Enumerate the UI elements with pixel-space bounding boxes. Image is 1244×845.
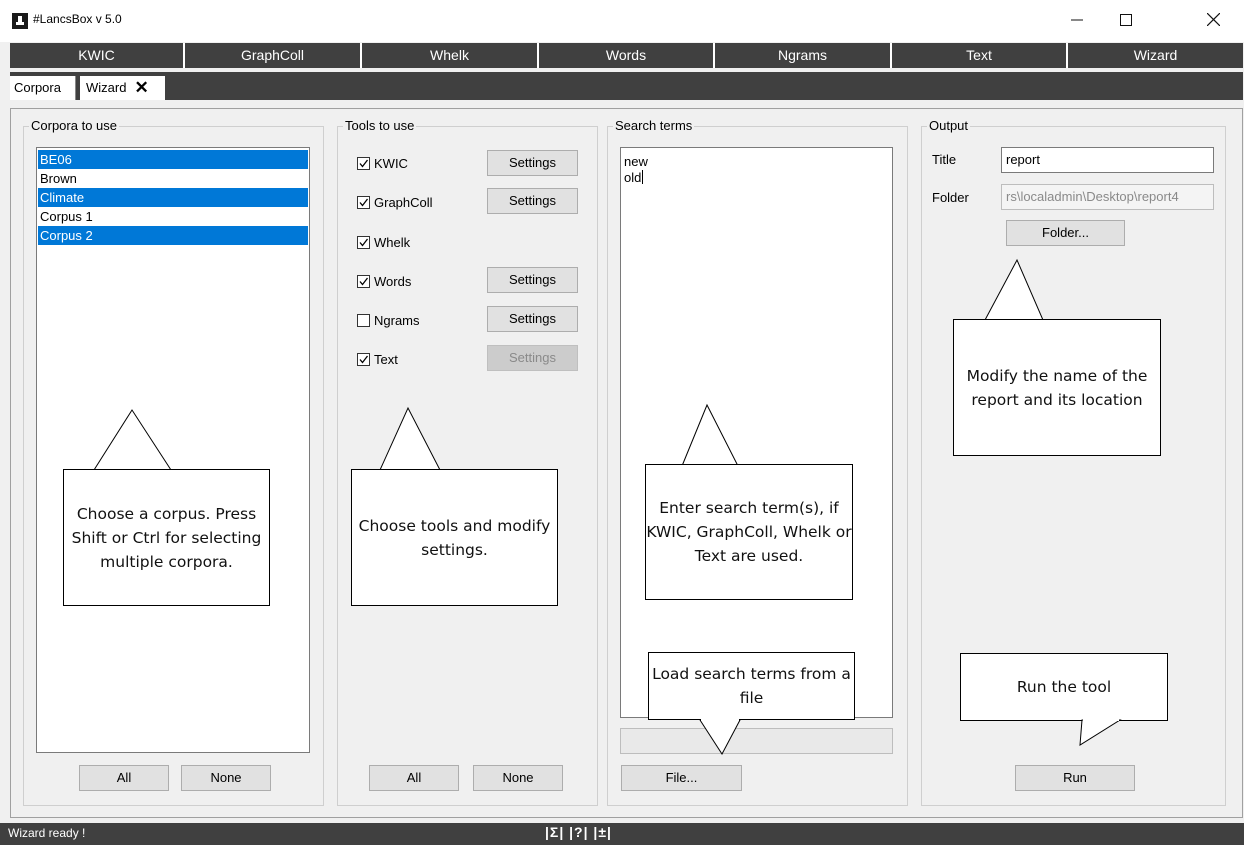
search-term-line: new [624, 154, 648, 169]
tools-panel [337, 126, 598, 806]
close-tab-icon[interactable]: ✕ [134, 78, 148, 97]
tab-graphcoll[interactable]: GraphColl [185, 43, 362, 68]
corpora-all-button[interactable]: All [79, 765, 169, 791]
checkbox-box [357, 156, 370, 170]
minimize-button[interactable] [1054, 6, 1100, 36]
app-logo-icon [12, 13, 28, 29]
tool-graphcoll-label: GraphColl [374, 194, 433, 210]
corpora-panel-legend: Corpora to use [29, 118, 119, 134]
kwic-settings-button[interactable]: Settings [487, 150, 578, 176]
tool-text-checkbox[interactable]: Text [357, 350, 398, 368]
output-legend: Output [927, 118, 971, 134]
list-item[interactable]: Corpus 1 [38, 207, 308, 226]
tab-ngrams[interactable]: Ngrams [715, 43, 892, 68]
ngrams-settings-button[interactable]: Settings [487, 306, 578, 332]
callout-pointer [681, 403, 739, 467]
status-text: Wizard ready ! [8, 826, 86, 840]
corpora-none-button[interactable]: None [181, 765, 271, 791]
checkmark-icon [359, 159, 369, 168]
tool-tab-bar: KWIC GraphColl Whelk Words Ngrams Text W… [10, 43, 1243, 68]
checkbox-box [357, 274, 370, 288]
status-icons[interactable]: |Σ| |?| |±| [545, 824, 612, 840]
title-label: Title [932, 152, 957, 167]
callout-pointer [984, 258, 1044, 321]
callout-pointer [699, 719, 741, 755]
subtab-corpora[interactable]: Corpora [10, 76, 76, 100]
tool-whelk-label: Whelk [374, 234, 411, 250]
search-terms-legend: Search terms [613, 118, 695, 134]
subtab-corpora-label: Corpora [14, 80, 61, 95]
run-button[interactable]: Run [1015, 765, 1135, 791]
checkbox-box [357, 352, 370, 366]
tool-graphcoll-checkbox[interactable]: GraphColl [357, 193, 433, 211]
callout-pointer [93, 409, 172, 471]
text-caret [642, 170, 644, 184]
tool-whelk-checkbox[interactable]: Whelk [357, 233, 410, 251]
load-callout: Load search terms from a file [648, 652, 855, 720]
corpus-callout: Choose a corpus. Press Shift or Ctrl for… [63, 469, 270, 606]
folder-label: Folder [932, 190, 969, 205]
subtab-wizard[interactable]: Wizard ✕ [80, 76, 165, 100]
checkmark-icon [359, 355, 369, 364]
checkbox-box [357, 313, 370, 327]
checkmark-icon [359, 198, 369, 207]
output-callout: Modify the name of the report and its lo… [953, 319, 1161, 456]
tool-ngrams-checkbox[interactable]: Ngrams [357, 311, 420, 329]
tool-ngrams-label: Ngrams [374, 312, 420, 328]
checkmark-icon [359, 238, 369, 247]
tab-kwic[interactable]: KWIC [10, 43, 185, 68]
tools-callout: Choose tools and modify settings. [351, 469, 558, 606]
close-window-button[interactable] [1190, 6, 1236, 36]
tab-text[interactable]: Text [892, 43, 1068, 68]
checkbox-box [357, 235, 370, 249]
tool-text-label: Text [374, 351, 398, 367]
tab-words[interactable]: Words [539, 43, 715, 68]
tool-words-checkbox[interactable]: Words [357, 272, 411, 290]
tab-whelk[interactable]: Whelk [362, 43, 539, 68]
text-settings-button: Settings [487, 345, 578, 371]
run-callout: Run the tool [960, 653, 1168, 721]
checkmark-icon [359, 277, 369, 286]
tools-none-button[interactable]: None [473, 765, 563, 791]
file-button[interactable]: File... [621, 765, 742, 791]
folder-field: rs\localadmin\Desktop\report4 [1001, 184, 1214, 210]
list-item[interactable]: BE06 [38, 150, 308, 169]
callout-pointer [379, 406, 441, 471]
tools-all-button[interactable]: All [369, 765, 459, 791]
tab-wizard[interactable]: Wizard [1068, 43, 1243, 68]
title-input[interactable]: report [1001, 147, 1214, 173]
search-callout: Enter search term(s), if KWIC, GraphColl… [645, 464, 853, 600]
title-bar: #LancsBox v 5.0 [0, 0, 1244, 42]
close-icon [1206, 12, 1220, 27]
folder-button[interactable]: Folder... [1006, 220, 1125, 246]
tool-kwic-checkbox[interactable]: KWIC [357, 154, 408, 172]
words-settings-button[interactable]: Settings [487, 267, 578, 293]
sub-tab-bar [10, 72, 1243, 100]
checkbox-box [357, 195, 370, 209]
maximize-button[interactable] [1103, 6, 1149, 36]
search-term-line: old [624, 170, 644, 185]
list-item[interactable]: Corpus 2 [38, 226, 308, 245]
window-title: #LancsBox v 5.0 [33, 12, 122, 26]
tools-panel-legend: Tools to use [343, 118, 417, 134]
status-bar: Wizard ready ! |Σ| |?| |±| [0, 823, 1244, 845]
tool-words-label: Words [374, 273, 412, 289]
graphcoll-settings-button[interactable]: Settings [487, 188, 578, 214]
list-item[interactable]: Brown [38, 169, 308, 188]
minimize-icon [1071, 19, 1083, 21]
callout-pointer [1079, 719, 1122, 746]
subtab-wizard-label: Wizard [86, 80, 127, 95]
list-item[interactable]: Climate [38, 188, 308, 207]
tool-kwic-label: KWIC [374, 155, 408, 171]
maximize-icon [1120, 14, 1132, 26]
